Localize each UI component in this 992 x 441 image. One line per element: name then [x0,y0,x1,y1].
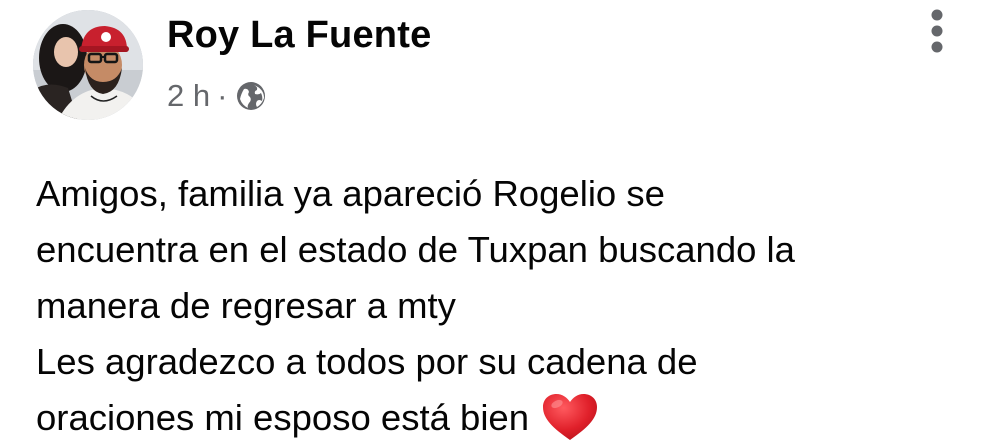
post-text: Amigos, familia ya apareció Rogelio se e… [36,166,976,441]
avatar-photo-icon [33,10,143,120]
globe-icon[interactable] [235,80,267,112]
post-text-line: manera de regresar a mty [36,285,456,326]
post-text-line: Amigos, familia ya apareció Rogelio se [36,173,665,214]
post-text-line: oraciones mi esposo está bien [36,397,530,438]
post-meta: 2 h · [167,76,267,116]
red-heart-icon [541,392,599,441]
meta-separator: · [217,78,228,113]
more-options-button[interactable] [918,4,956,58]
post-text-line: Les agradezco a todos por su cadena de [36,341,698,382]
post-text-line: encuentra en el estado de Tuxpan buscand… [36,229,795,270]
more-vertical-icon [931,9,943,53]
author-avatar[interactable] [33,10,143,120]
post-timestamp[interactable]: 2 h [167,78,210,114]
facebook-post: Roy La Fuente 2 h · Amigos, familia ya a… [0,0,992,441]
author-name[interactable]: Roy La Fuente [167,14,431,57]
post-text-line-with-emoji: oraciones mi esposo está bien [36,390,976,441]
